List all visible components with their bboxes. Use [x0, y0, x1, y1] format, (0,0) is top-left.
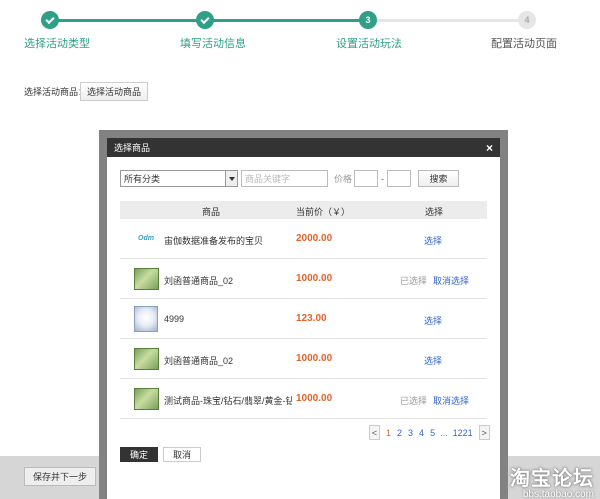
category-select[interactable]: 所有分类: [120, 170, 238, 187]
step-2-check-icon: [196, 11, 214, 29]
step-1-label: 选择活动类型: [24, 38, 90, 50]
product-thumbnail: [134, 268, 159, 290]
table-row: 刘函普通商品_02 1000.00 选择: [120, 339, 487, 379]
step-4-number: 4: [518, 11, 536, 29]
product-name: 宙伽数据准备发布的宝贝: [164, 236, 264, 246]
table-header: 商品 当前价（￥） 选择: [120, 201, 487, 219]
page-link[interactable]: 2: [397, 428, 402, 438]
price-range-dash: -: [381, 173, 385, 184]
pagination: < 1 2 3 4 5 ... 1221 >: [369, 425, 490, 440]
dialog-title: 选择商品: [114, 143, 151, 153]
chevron-down-icon[interactable]: [225, 171, 237, 186]
keyword-input[interactable]: 商品关键字: [241, 170, 328, 187]
product-name: 测试商品-珠宝/钻石/翡翠/黄金-钻石: [164, 396, 292, 406]
select-link[interactable]: 选择: [424, 354, 442, 367]
select-link[interactable]: 选择: [424, 314, 442, 327]
save-next-button[interactable]: 保存并下一步: [24, 467, 96, 486]
cancel-button[interactable]: 取消: [163, 447, 201, 462]
select-link[interactable]: 选择: [424, 234, 442, 247]
product-price: 1000.00: [296, 273, 333, 284]
select-goods-label: 选择活动商品：: [24, 87, 88, 97]
product-thumbnail: [134, 348, 159, 370]
selected-status: 已选择: [400, 276, 428, 286]
selected-status: 已选择: [400, 396, 428, 406]
step-3-number: 3: [359, 11, 377, 29]
product-name: 刘函普通商品_02: [164, 276, 234, 286]
product-name: 刘函普通商品_02: [164, 356, 234, 366]
product-thumbnail: [134, 306, 158, 332]
product-price: 1000.00: [296, 393, 333, 404]
select-goods-dialog: 选择商品 × 所有分类 商品关键字 价格 - 搜索 商品 当前价（￥） 选择 O…: [107, 138, 500, 499]
step-3-label: 设置活动玩法: [336, 38, 402, 50]
chevron-left-icon[interactable]: <: [369, 425, 380, 440]
page-link-last[interactable]: 1221: [453, 428, 473, 438]
page-link[interactable]: 3: [408, 428, 413, 438]
price-label: 价格: [334, 174, 353, 184]
close-icon[interactable]: ×: [486, 142, 493, 154]
product-price: 1000.00: [296, 353, 333, 364]
watermark: 淘宝论坛 bbs.taobao.com: [510, 462, 594, 499]
watermark-title: 淘宝论坛: [510, 468, 594, 490]
chevron-right-icon[interactable]: >: [478, 425, 490, 440]
deselect-link[interactable]: 取消选择: [433, 274, 469, 287]
product-price: 123.00: [296, 313, 327, 324]
table-row: 4999 123.00 选择: [120, 299, 487, 339]
column-goods: 商品: [202, 207, 221, 217]
page-link[interactable]: 1: [386, 428, 391, 438]
watermark-url: bbs.taobao.com: [522, 489, 594, 499]
dialog-header: 选择商品 ×: [107, 138, 500, 157]
column-price: 当前价（￥）: [296, 207, 351, 217]
step-4-label: 配置活动页面: [491, 38, 557, 50]
step-1-check-icon: [41, 11, 59, 29]
price-min-input[interactable]: [354, 170, 379, 187]
category-value: 所有分类: [124, 174, 161, 184]
confirm-button[interactable]: 确定: [120, 447, 158, 462]
deselect-link[interactable]: 取消选择: [433, 394, 469, 407]
page-link[interactable]: 5: [430, 428, 435, 438]
filter-bar: 所有分类 商品关键字 价格 - 搜索: [120, 170, 460, 187]
select-goods-button[interactable]: 选择活动商品: [80, 82, 148, 101]
table-row: Odm 宙伽数据准备发布的宝贝 2000.00 选择: [120, 219, 487, 259]
product-name: 4999: [164, 314, 185, 324]
search-button[interactable]: 搜索: [418, 170, 460, 187]
product-thumbnail: [134, 388, 159, 410]
product-price: 2000.00: [296, 233, 333, 244]
step-2-label: 填写活动信息: [180, 38, 246, 50]
table-row: 测试商品-珠宝/钻石/翡翠/黄金-钻石 1000.00 已选择 取消选择: [120, 379, 487, 419]
progress-bar-remaining: [368, 19, 528, 22]
page-link[interactable]: 4: [419, 428, 424, 438]
price-max-input[interactable]: [387, 170, 412, 187]
column-select: 选择: [425, 207, 444, 217]
progress-stepper: 3 4 选择活动类型 填写活动信息 设置活动玩法 配置活动页面: [0, 0, 600, 60]
table-row: 刘函普通商品_02 1000.00 已选择 取消选择: [120, 259, 487, 299]
product-thumbnail: Odm: [138, 234, 154, 242]
page-ellipsis: ...: [440, 427, 448, 438]
